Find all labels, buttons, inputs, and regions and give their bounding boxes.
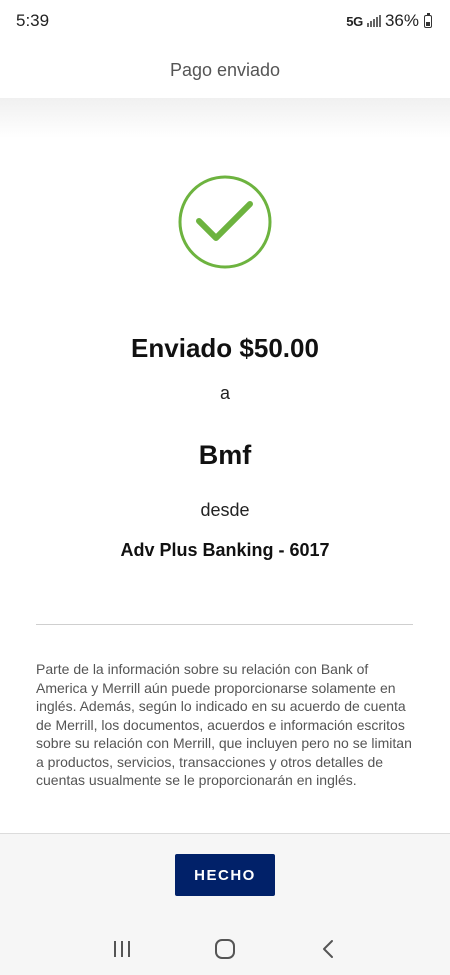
- done-button[interactable]: HECHO: [175, 854, 275, 896]
- status-indicators: 5G 36%: [346, 11, 432, 31]
- payment-sent-screen: 5:39 5G 36% Pago enviado Enviado $50.00 …: [0, 0, 450, 975]
- sent-amount: Enviado $50.00: [131, 333, 319, 363]
- system-nav-bar: [0, 922, 450, 975]
- recents-icon[interactable]: [102, 934, 142, 964]
- recipient-name: Bmf: [198, 440, 252, 470]
- footer: HECHO: [0, 833, 450, 975]
- divider: [36, 624, 413, 625]
- home-icon[interactable]: [205, 934, 245, 964]
- network-label: 5G: [346, 13, 363, 29]
- header-shadow: [0, 98, 450, 138]
- signal-icon: [366, 15, 381, 27]
- page-title: Pago enviado: [169, 59, 281, 80]
- battery-percent: 36%: [384, 11, 419, 30]
- back-icon[interactable]: [308, 934, 348, 964]
- to-label: a: [219, 383, 230, 403]
- source-account: Adv Plus Banking - 6017: [120, 540, 330, 560]
- status-bar: 5:39 5G 36%: [0, 0, 450, 42]
- check-circle-icon: [177, 174, 273, 270]
- battery-icon: [424, 12, 432, 28]
- from-label: desde: [200, 500, 250, 520]
- status-time: 5:39: [16, 11, 50, 30]
- language-disclaimer: Parte de la información sobre su relació…: [36, 661, 412, 788]
